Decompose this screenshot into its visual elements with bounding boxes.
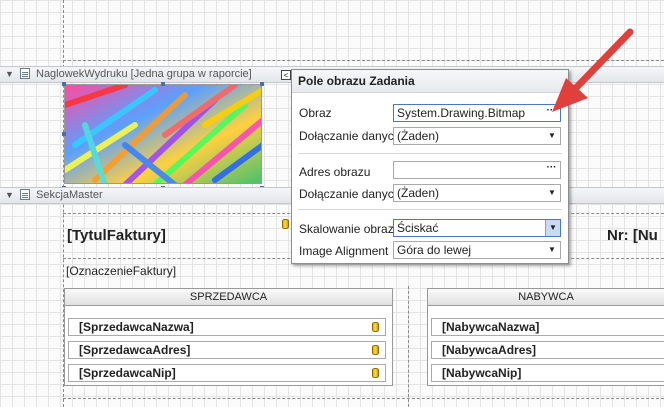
chevron-down-icon[interactable]: ▼ xyxy=(545,220,560,236)
picture-box[interactable] xyxy=(64,84,262,184)
resize-handle[interactable] xyxy=(62,132,66,136)
abstract-paint-image xyxy=(65,85,261,183)
image-field[interactable]: System.Drawing.Bitmap ··· xyxy=(393,104,561,122)
binding1-value: (Żaden) xyxy=(397,129,440,143)
popup-separator xyxy=(298,209,562,210)
image-label: Obraz xyxy=(299,106,332,120)
alignment-label: Image Alignment xyxy=(299,244,389,258)
popup-title: Pole obrazu Zadania xyxy=(292,70,568,93)
binding2-select[interactable]: (Żaden) ▼ xyxy=(393,184,561,202)
seller-header[interactable]: SPRZEDAWCA xyxy=(64,288,393,306)
seller-nip-field[interactable]: [SprzedawcaNip] xyxy=(68,364,386,382)
buyer-nip-field[interactable]: [NabywcaNip] xyxy=(431,364,664,382)
picture-tasks-popup[interactable]: Pole obrazu Zadania Obraz System.Drawing… xyxy=(291,69,569,264)
resize-handle[interactable] xyxy=(62,82,66,86)
buyer-address-field[interactable]: [NabywcaAdres] xyxy=(431,341,664,359)
collapse-triangle-icon[interactable]: ▼ xyxy=(5,69,14,79)
master-band-label: SekcjaMaster xyxy=(36,189,103,201)
binding2-label: Dołączanie danych xyxy=(299,187,401,201)
database-icon xyxy=(372,322,379,332)
smart-tag-button[interactable]: < xyxy=(281,70,291,80)
popup-separator xyxy=(298,153,562,154)
chevron-down-icon[interactable]: ▼ xyxy=(546,242,558,258)
sizing-value: Ściskać xyxy=(397,221,439,235)
bottom-guide xyxy=(63,398,664,399)
alignment-select[interactable]: Góra do lewej ▼ xyxy=(393,241,561,259)
chevron-down-icon[interactable]: ▼ xyxy=(546,185,558,201)
invoice-title-field[interactable]: [TytulFaktury] xyxy=(67,227,166,244)
report-band-icon xyxy=(20,68,30,79)
binding1-select[interactable]: (Żaden) ▼ xyxy=(393,127,561,145)
database-icon xyxy=(372,345,379,355)
sizing-select[interactable]: Ściskać ▼ xyxy=(393,219,561,237)
database-icon xyxy=(282,219,289,229)
resize-handle[interactable] xyxy=(161,82,165,86)
url-field[interactable]: ··· xyxy=(393,161,561,179)
image-value: System.Drawing.Bitmap xyxy=(397,106,526,120)
alignment-value: Góra do lewej xyxy=(397,243,472,257)
sizing-label: Skalowanie obrazu xyxy=(299,222,401,236)
binding1-label: Dołączanie danych xyxy=(299,129,401,143)
url-browse-button[interactable]: ··· xyxy=(543,162,560,178)
database-icon xyxy=(372,368,379,378)
binding2-value: (Żaden) xyxy=(397,186,440,200)
buyer-name-field[interactable]: [NabywcaNazwa] xyxy=(431,318,664,336)
resize-handle[interactable] xyxy=(260,82,264,86)
header-band-label: NaglowekWydruku [Jedna grupa w raporcie] xyxy=(36,68,252,80)
image-browse-button[interactable]: ··· xyxy=(543,105,560,121)
seller-name-field[interactable]: [SprzedawcaNazwa] xyxy=(68,318,386,336)
url-label: Adres obrazu xyxy=(299,165,371,179)
report-band-icon xyxy=(20,189,30,200)
chevron-down-icon[interactable]: ▼ xyxy=(546,128,558,144)
invoice-number-field[interactable]: Nr: [Nu xyxy=(607,227,658,244)
seller-address-field[interactable]: [SprzedawcaAdres] xyxy=(68,341,386,359)
top-margin-guide xyxy=(63,60,664,61)
collapse-triangle-icon[interactable]: ▼ xyxy=(5,190,14,200)
buyer-header[interactable]: NABYWCA xyxy=(427,288,664,306)
invoice-designation-field[interactable]: [OznaczenieFaktury] xyxy=(66,264,176,278)
column-divider-guide xyxy=(408,286,409,407)
